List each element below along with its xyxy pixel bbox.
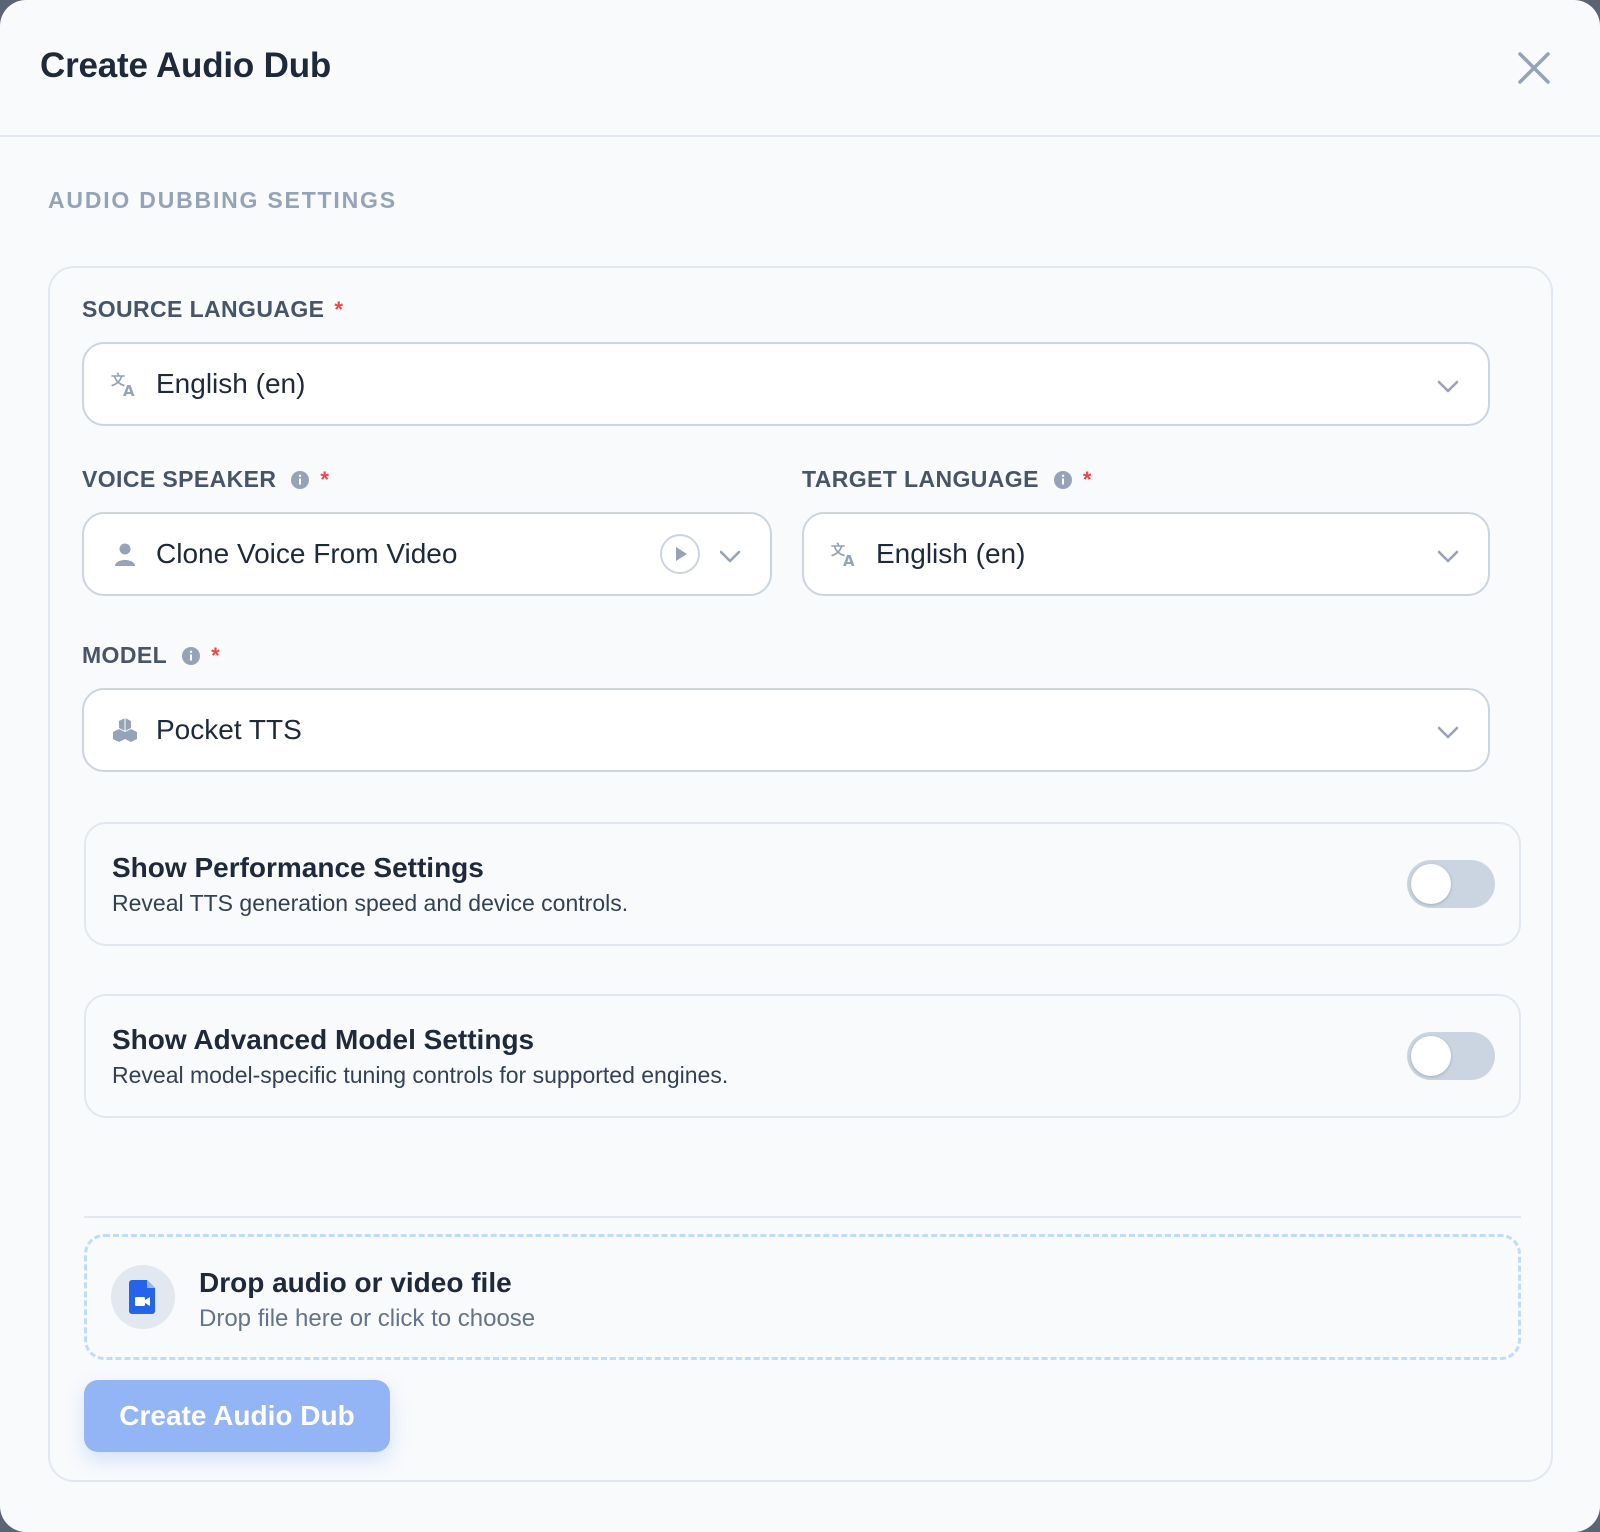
user-icon: [110, 539, 140, 569]
performance-settings-description: Reveal TTS generation speed and device c…: [112, 890, 629, 916]
source-language-select[interactable]: 文 A English (en): [82, 342, 1490, 426]
source-language-label-text: SOURCE LANGUAGE: [82, 296, 325, 322]
create-audio-dub-modal: Create Audio Dub AUDIO DUBBING SETTINGS …: [0, 0, 1600, 1532]
file-icon-wrap: [111, 1265, 175, 1329]
model-select[interactable]: Pocket TTS: [82, 688, 1490, 772]
toggle-knob: [1411, 1036, 1451, 1076]
target-language-value: English (en): [876, 538, 1026, 569]
model-value: Pocket TTS: [156, 714, 302, 745]
chevron-down-icon: [1434, 542, 1462, 570]
translate-icon: 文 A: [110, 369, 140, 399]
required-mark: *: [320, 466, 330, 492]
section-heading: AUDIO DUBBING SETTINGS: [48, 187, 397, 213]
dropzone-title: Drop audio or video file: [199, 1267, 512, 1298]
play-icon: [676, 547, 687, 561]
voice-speaker-select[interactable]: Clone Voice From Video: [82, 512, 772, 596]
target-language-label: TARGET LANGUAGE *: [802, 466, 1092, 493]
dropzone-subtitle: Drop file here or click to choose: [199, 1305, 536, 1332]
performance-settings-title: Show Performance Settings: [112, 852, 484, 883]
model-label-text: MODEL: [82, 642, 168, 668]
svg-text:A: A: [843, 552, 855, 569]
svg-text:A: A: [123, 382, 135, 399]
divider: [84, 1216, 1521, 1218]
source-language-label: SOURCE LANGUAGE *: [82, 296, 343, 323]
create-audio-dub-button[interactable]: Create Audio Dub: [84, 1380, 390, 1452]
voice-speaker-value: Clone Voice From Video: [156, 538, 458, 569]
settings-panel: SOURCE LANGUAGE * 文 A English (en) VOICE…: [48, 266, 1553, 1482]
voice-speaker-label: VOICE SPEAKER *: [82, 466, 329, 493]
modal-header: Create Audio Dub: [0, 0, 1600, 137]
cubes-icon: [110, 715, 140, 745]
modal-title: Create Audio Dub: [40, 46, 332, 85]
file-dropzone[interactable]: Drop audio or video file Drop file here …: [84, 1234, 1521, 1360]
chevron-down-icon: [1434, 372, 1462, 400]
advanced-settings-card: Show Advanced Model Settings Reveal mode…: [84, 994, 1521, 1118]
chevron-down-icon: [716, 542, 744, 570]
required-mark: *: [211, 642, 221, 668]
info-icon[interactable]: [290, 470, 310, 490]
advanced-settings-toggle[interactable]: [1407, 1032, 1495, 1080]
target-language-select[interactable]: 文 A English (en): [802, 512, 1490, 596]
voice-speaker-label-text: VOICE SPEAKER: [82, 466, 277, 492]
preview-voice-button[interactable]: [660, 534, 700, 574]
toggle-knob: [1411, 864, 1451, 904]
performance-settings-card: Show Performance Settings Reveal TTS gen…: [84, 822, 1521, 946]
target-language-label-text: TARGET LANGUAGE: [802, 466, 1039, 492]
chevron-down-icon: [1434, 718, 1462, 746]
info-icon[interactable]: [181, 646, 201, 666]
file-video-icon: [129, 1280, 155, 1314]
advanced-settings-description: Reveal model-specific tuning controls fo…: [112, 1062, 729, 1088]
advanced-settings-title: Show Advanced Model Settings: [112, 1024, 535, 1055]
source-language-value: English (en): [156, 368, 306, 399]
info-icon[interactable]: [1053, 470, 1073, 490]
required-mark: *: [334, 296, 344, 322]
required-mark: *: [1082, 466, 1092, 492]
close-icon: [1518, 52, 1550, 84]
performance-settings-toggle[interactable]: [1407, 860, 1495, 908]
close-button[interactable]: [1512, 46, 1556, 90]
model-label: MODEL *: [82, 642, 220, 669]
translate-icon: 文 A: [830, 539, 860, 569]
